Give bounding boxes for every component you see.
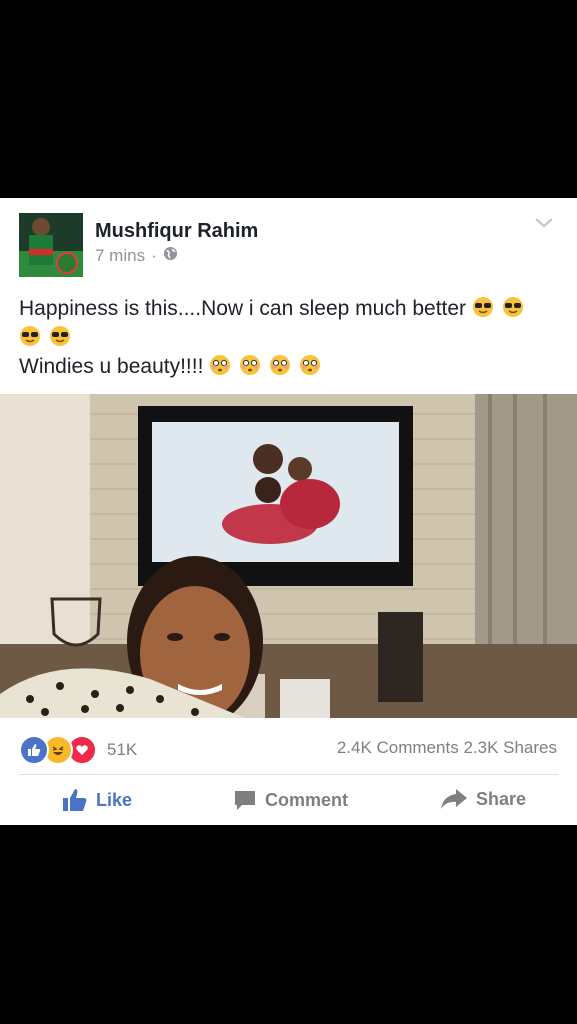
chevron-down-icon[interactable]	[534, 216, 554, 235]
post-card: Mushfiqur Rahim 7 mins · Happiness is th…	[0, 198, 577, 825]
comments-count[interactable]: 2.4K Comments	[337, 738, 459, 757]
flushed-emoji	[269, 355, 290, 375]
post-text-line1: Happiness is this....Now i can sleep muc…	[19, 297, 467, 320]
flushed-emoji	[299, 355, 320, 375]
engagement-stats: 2.4K Comments 2.3K Shares	[337, 738, 557, 758]
shares-count[interactable]: 2.3K Shares	[463, 738, 557, 757]
post-text: Happiness is this....Now i can sleep muc…	[19, 294, 564, 381]
share-label: Share	[476, 788, 527, 809]
reactions-summary[interactable]: 51K	[19, 735, 137, 765]
flushed-emoji	[240, 355, 261, 375]
comment-icon	[235, 791, 255, 810]
reaction-count: 51K	[107, 740, 138, 759]
sunglasses-emoji	[502, 297, 523, 317]
sunglasses-emoji	[472, 297, 493, 317]
meta-separator: ·	[151, 246, 157, 265]
divider	[19, 774, 558, 775]
globe-icon	[163, 246, 178, 266]
like-label: Like	[96, 789, 133, 810]
post-time[interactable]: 7 mins	[95, 246, 145, 266]
like-icon	[63, 789, 87, 811]
like-button[interactable]: Like	[62, 788, 132, 812]
post-meta: 7 mins ·	[95, 246, 178, 266]
post-text-line3: Windies u beauty!!!!	[19, 355, 204, 378]
share-button[interactable]: Share	[440, 788, 526, 810]
like-icon	[19, 735, 49, 765]
sunglasses-emoji	[49, 326, 70, 346]
comment-button[interactable]: Comment	[233, 788, 348, 812]
post-photo[interactable]	[0, 394, 577, 718]
avatar[interactable]	[19, 213, 83, 277]
sunglasses-emoji	[20, 326, 40, 346]
flushed-emoji	[210, 355, 231, 375]
author-name[interactable]: Mushfiqur Rahim	[95, 220, 258, 243]
share-icon	[441, 789, 467, 809]
comment-label: Comment	[265, 789, 349, 810]
